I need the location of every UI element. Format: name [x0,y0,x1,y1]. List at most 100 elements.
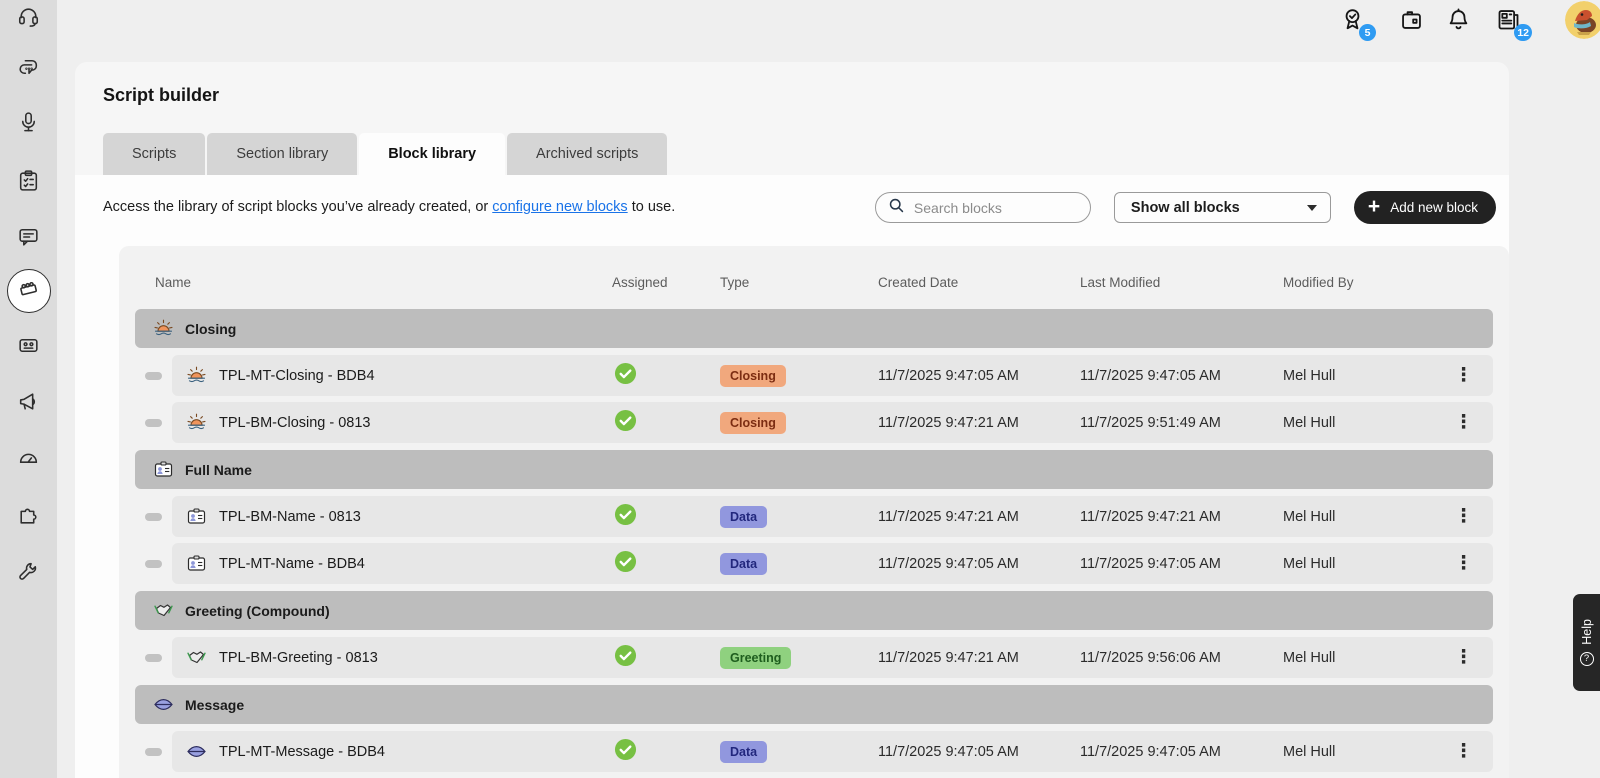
assigned-check-icon [614,362,637,385]
id-card-icon [186,506,207,527]
tab-archived-scripts[interactable]: Archived scripts [507,133,668,175]
drag-handle[interactable] [145,513,162,521]
lego-brick-icon [16,276,41,306]
group-header-row[interactable]: Full Name [135,450,1493,489]
drag-handle[interactable] [145,419,162,427]
column-header-modified: Last Modified [1080,274,1161,290]
headset-icon [16,4,41,34]
last-modified-date: 11/7/2025 9:51:49 AM [1080,414,1221,431]
filter-selected-value: Show all blocks [1130,199,1240,216]
drag-handle[interactable] [145,748,162,756]
id-card-icon [153,459,174,480]
type-badge: Closing [720,411,786,434]
sidebar-item-integrations[interactable] [0,500,57,534]
modified-by: Mel Hull [1283,649,1336,666]
column-header-name: Name [155,274,192,290]
last-modified-date: 11/7/2025 9:47:05 AM [1080,555,1221,572]
news-button[interactable]: 12 [1495,6,1532,41]
chat-panel-icon [16,224,41,254]
search-icon [888,197,905,219]
block-row[interactable]: TPL-MT-Name - BDB4 Data 11/7/2025 9:47:05 … [145,543,1493,584]
sidebar-item-conversations[interactable] [0,53,57,87]
sidebar-item-voice[interactable] [0,108,57,142]
row-menu-button[interactable]: ⋮ [1454,647,1473,668]
wallet-button[interactable] [1398,6,1426,34]
row-menu-button[interactable]: ⋮ [1454,412,1473,433]
group-header-row[interactable]: Greeting (Compound) [135,591,1493,630]
column-header-modified-by: Modified By [1283,274,1354,290]
avatar-bird-illustration [1565,1,1600,39]
achievements-count-badge: 5 [1359,24,1376,41]
sidebar-item-tools[interactable] [0,557,57,591]
row-menu-button[interactable]: ⋮ [1454,741,1473,762]
table-header-row: Name Assigned Type Created Date Last Mod… [135,262,1493,302]
type-badge: Data [720,505,768,528]
sidebar-item-headset[interactable] [0,2,57,36]
block-row[interactable]: TPL-MT-Message - BDB4 Data 11/7/2025 9:47:… [145,731,1493,772]
group-header-row[interactable]: Closing [135,309,1493,348]
megaphone-icon [16,389,41,419]
panel-description: Access the library of script blocks you’… [103,199,676,215]
created-date: 11/7/2025 9:47:05 AM [878,367,1019,384]
microphone-icon [16,110,41,140]
user-avatar[interactable] [1565,1,1600,39]
main-card: Script builder Scripts Section library B… [75,62,1509,778]
block-name: TPL-MT-Closing - BDB4 [219,367,375,384]
handshake-icon [186,647,207,668]
sidebar-item-block-library[interactable] [0,268,57,314]
sidebar-item-keyboard[interactable] [0,331,57,365]
row-menu-button[interactable]: ⋮ [1454,506,1473,527]
sidebar [0,0,57,778]
last-modified-date: 11/7/2025 9:47:05 AM [1080,743,1221,760]
modified-by: Mel Hull [1283,414,1336,431]
drag-handle[interactable] [145,654,162,662]
block-name: TPL-MT-Message - BDB4 [219,743,385,760]
group-header-row[interactable]: Message [135,685,1493,724]
type-badge: Greeting [720,646,792,669]
last-modified-date: 11/7/2025 9:56:06 AM [1080,649,1221,666]
created-date: 11/7/2025 9:47:05 AM [878,743,1019,760]
type-badge: Data [720,552,768,575]
help-tab[interactable]: Help ? [1573,594,1600,691]
modified-by: Mel Hull [1283,367,1336,384]
sidebar-item-checklist[interactable] [0,166,57,200]
notifications-button[interactable] [1445,6,1473,34]
tab-block-library[interactable]: Block library [359,133,506,175]
wallet-icon [1398,11,1425,37]
drag-handle[interactable] [145,560,162,568]
topbar: 5 12 [57,0,1600,44]
sidebar-item-scripts[interactable] [0,222,57,256]
filter-dropdown[interactable]: Show all blocks [1113,192,1331,223]
help-label: Help [1579,619,1594,645]
assigned-check-icon [614,550,637,573]
tab-bar: Scripts Section library Block library Ar… [103,133,668,175]
lips-icon [186,741,207,762]
search-input[interactable] [913,199,1074,216]
column-header-assigned: Assigned [612,274,668,290]
lips-icon [153,694,174,715]
tab-section-library[interactable]: Section library [207,133,358,175]
configure-new-blocks-link[interactable]: configure new blocks [492,199,627,215]
search-box[interactable] [874,192,1091,223]
tab-scripts[interactable]: Scripts [103,133,206,175]
block-row[interactable]: TPL-BM-Name - 0813 Data 11/7/2025 9:47:21 … [145,496,1493,537]
last-modified-date: 11/7/2025 9:47:21 AM [1080,508,1221,525]
drag-handle[interactable] [145,372,162,380]
assigned-check-icon [614,738,637,761]
block-row[interactable]: TPL-BM-Greeting - 0813 Greeting 11/7/2025 … [145,637,1493,678]
sidebar-item-campaigns[interactable] [0,387,57,421]
column-header-created: Created Date [878,274,959,290]
last-modified-date: 11/7/2025 9:47:05 AM [1080,367,1221,384]
block-row[interactable]: TPL-BM-Closing - 0813 Closing 11/7/2025 9:… [145,402,1493,443]
sidebar-item-dashboard[interactable] [0,443,57,477]
block-row[interactable]: TPL-MT-Closing - BDB4 Closing 11/7/2025 9:… [145,355,1493,396]
add-new-block-button[interactable]: + Add new block [1353,191,1496,224]
row-menu-button[interactable]: ⋮ [1454,553,1473,574]
chat-bubbles-icon [16,55,41,85]
assigned-check-icon [614,503,637,526]
achievements-button[interactable]: 5 [1339,6,1376,41]
type-badge: Closing [720,364,786,387]
question-mark-icon: ? [1579,651,1594,666]
row-menu-button[interactable]: ⋮ [1454,365,1473,386]
id-card-icon [186,553,207,574]
